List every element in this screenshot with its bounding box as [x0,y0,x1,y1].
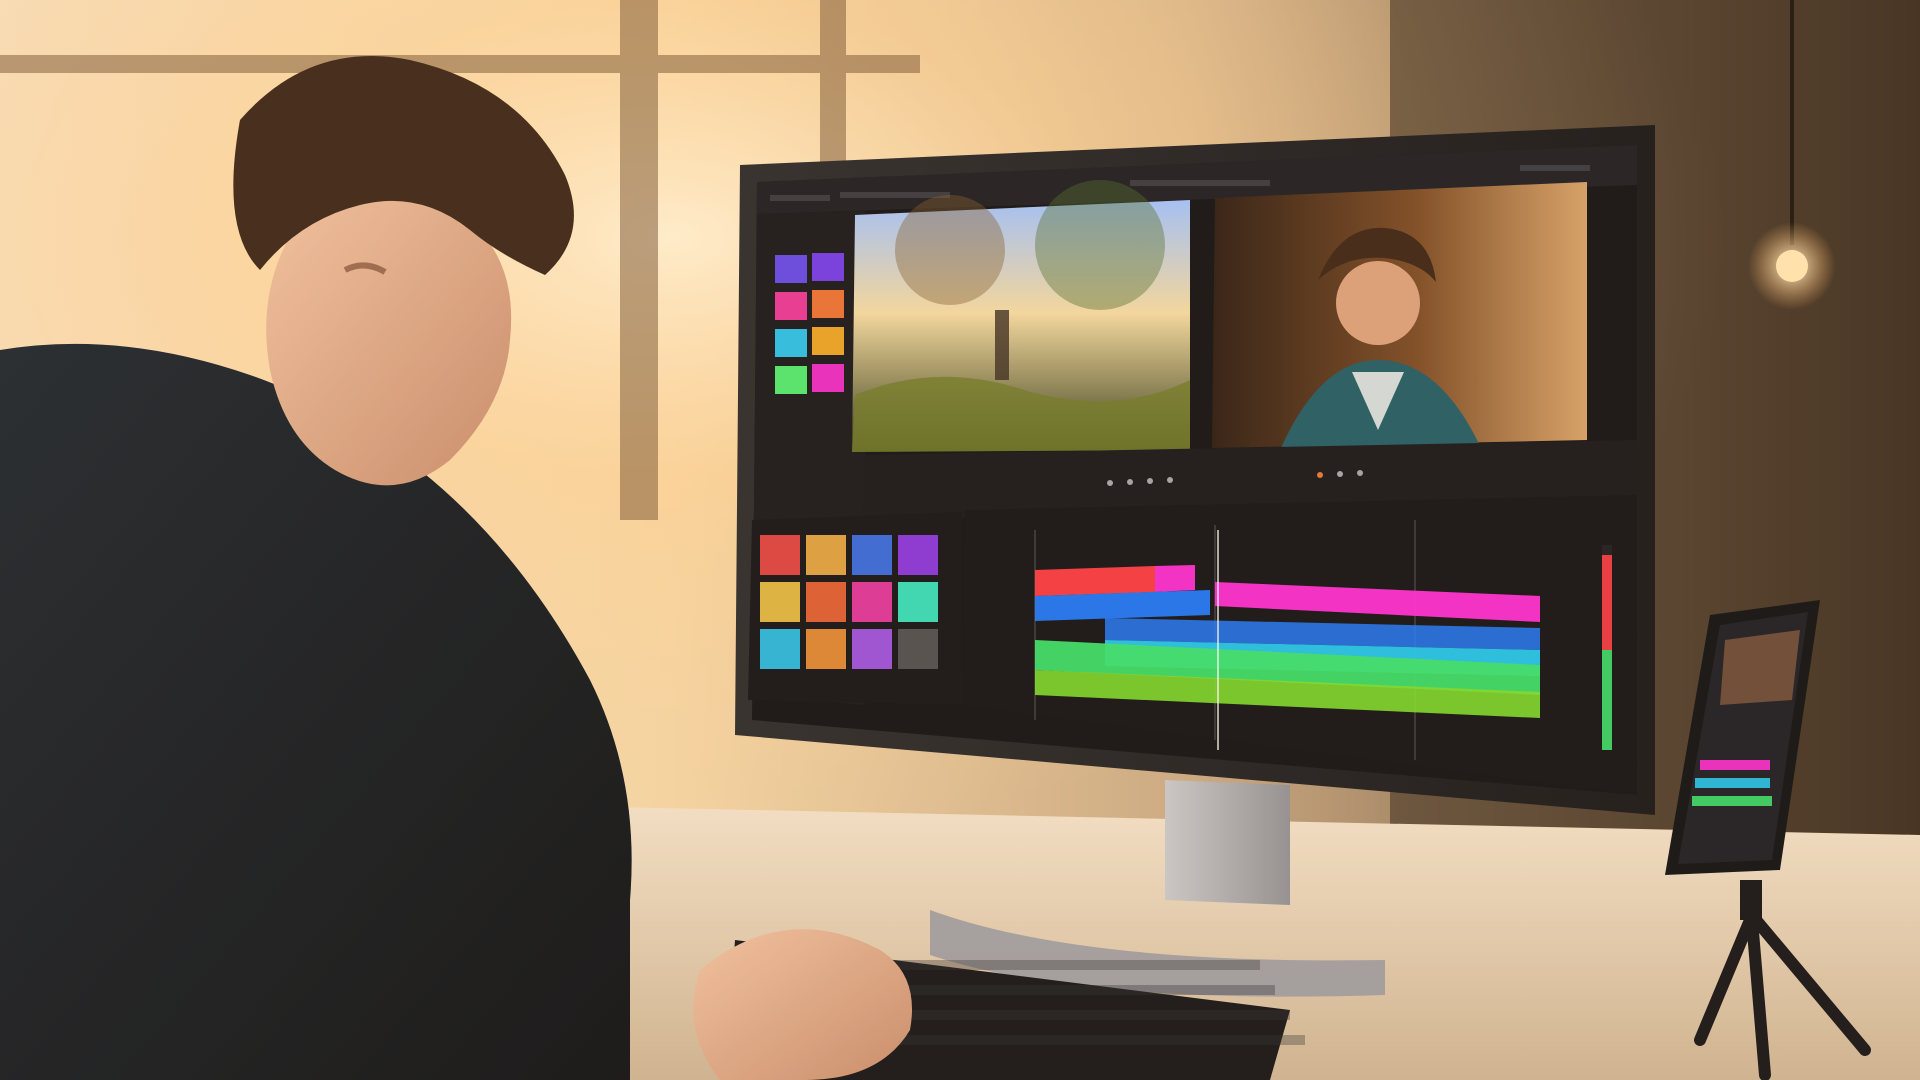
photo-scene [0,0,1920,1080]
scene-svg [0,0,1920,1080]
warm-overlay [0,0,1920,1080]
